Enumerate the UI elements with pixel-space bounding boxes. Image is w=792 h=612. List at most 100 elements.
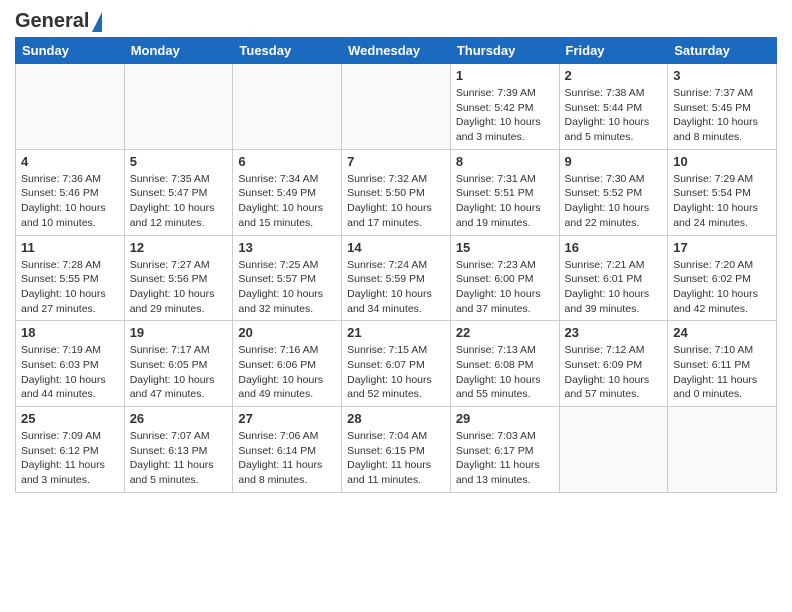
day-info: Sunrise: 7:10 AM Sunset: 6:11 PM Dayligh… xyxy=(673,343,771,402)
week-row-3: 18 Sunrise: 7:19 AM Sunset: 6:03 PM Dayli… xyxy=(16,321,777,407)
calendar-cell xyxy=(16,64,125,150)
day-number: 16 xyxy=(565,240,663,255)
day-number: 24 xyxy=(673,325,771,340)
weekday-header-wednesday: Wednesday xyxy=(342,38,451,64)
logo-general: General xyxy=(15,10,89,33)
calendar-cell: 3Sunrise: 7:37 AM Sunset: 5:45 PM Daylig… xyxy=(668,64,777,150)
page-header: General xyxy=(15,10,777,29)
weekday-header-thursday: Thursday xyxy=(450,38,559,64)
calendar-cell: 16 Sunrise: 7:21 AM Sunset: 6:01 PM Dayli… xyxy=(559,235,668,321)
weekday-header-saturday: Saturday xyxy=(668,38,777,64)
day-info: Sunrise: 7:25 AM Sunset: 5:57 PM Dayligh… xyxy=(238,258,336,317)
week-row-4: 25 Sunrise: 7:09 AM Sunset: 6:12 PM Dayli… xyxy=(16,407,777,493)
calendar-cell: 17Sunrise: 7:20 AM Sunset: 6:02 PM Dayli… xyxy=(668,235,777,321)
calendar-cell: 25 Sunrise: 7:09 AM Sunset: 6:12 PM Dayli… xyxy=(16,407,125,493)
week-row-0: 1 Sunrise: 7:39 AM Sunset: 5:42 PM Daylig… xyxy=(16,64,777,150)
calendar-table: SundayMondayTuesdayWednesdayThursdayFrid… xyxy=(15,37,777,493)
day-info: Sunrise: 7:37 AM Sunset: 5:45 PM Dayligh… xyxy=(673,86,771,145)
day-number: 13 xyxy=(238,240,336,255)
day-number: 28 xyxy=(347,411,445,426)
calendar-cell: 23 Sunrise: 7:12 AM Sunset: 6:09 PM Dayli… xyxy=(559,321,668,407)
week-row-1: 4Sunrise: 7:36 AM Sunset: 5:46 PM Daylig… xyxy=(16,149,777,235)
day-info: Sunrise: 7:17 AM Sunset: 6:05 PM Dayligh… xyxy=(130,343,228,402)
calendar-cell: 8Sunrise: 7:31 AM Sunset: 5:51 PM Daylig… xyxy=(450,149,559,235)
calendar-cell: 19 Sunrise: 7:17 AM Sunset: 6:05 PM Dayli… xyxy=(124,321,233,407)
day-number: 1 xyxy=(456,68,554,83)
day-info: Sunrise: 7:35 AM Sunset: 5:47 PM Dayligh… xyxy=(130,172,228,231)
calendar-cell: 14 Sunrise: 7:24 AM Sunset: 5:59 PM Dayli… xyxy=(342,235,451,321)
logo-text: General xyxy=(15,10,102,33)
day-number: 25 xyxy=(21,411,119,426)
calendar-cell: 4Sunrise: 7:36 AM Sunset: 5:46 PM Daylig… xyxy=(16,149,125,235)
day-info: Sunrise: 7:29 AM Sunset: 5:54 PM Dayligh… xyxy=(673,172,771,231)
day-info: Sunrise: 7:07 AM Sunset: 6:13 PM Dayligh… xyxy=(130,429,228,488)
day-number: 26 xyxy=(130,411,228,426)
weekday-header-row: SundayMondayTuesdayWednesdayThursdayFrid… xyxy=(16,38,777,64)
day-number: 6 xyxy=(238,154,336,169)
calendar-cell: 22 Sunrise: 7:13 AM Sunset: 6:08 PM Dayli… xyxy=(450,321,559,407)
calendar-cell: 21Sunrise: 7:15 AM Sunset: 6:07 PM Dayli… xyxy=(342,321,451,407)
day-info: Sunrise: 7:34 AM Sunset: 5:49 PM Dayligh… xyxy=(238,172,336,231)
calendar-cell xyxy=(559,407,668,493)
day-info: Sunrise: 7:20 AM Sunset: 6:02 PM Dayligh… xyxy=(673,258,771,317)
day-number: 9 xyxy=(565,154,663,169)
calendar-cell: 1 Sunrise: 7:39 AM Sunset: 5:42 PM Daylig… xyxy=(450,64,559,150)
day-number: 19 xyxy=(130,325,228,340)
week-row-2: 11Sunrise: 7:28 AM Sunset: 5:55 PM Dayli… xyxy=(16,235,777,321)
day-number: 23 xyxy=(565,325,663,340)
calendar-cell: 27Sunrise: 7:06 AM Sunset: 6:14 PM Dayli… xyxy=(233,407,342,493)
calendar-cell xyxy=(233,64,342,150)
day-number: 20 xyxy=(238,325,336,340)
day-info: Sunrise: 7:19 AM Sunset: 6:03 PM Dayligh… xyxy=(21,343,119,402)
day-info: Sunrise: 7:15 AM Sunset: 6:07 PM Dayligh… xyxy=(347,343,445,402)
day-info: Sunrise: 7:30 AM Sunset: 5:52 PM Dayligh… xyxy=(565,172,663,231)
day-number: 10 xyxy=(673,154,771,169)
weekday-header-monday: Monday xyxy=(124,38,233,64)
day-info: Sunrise: 7:16 AM Sunset: 6:06 PM Dayligh… xyxy=(238,343,336,402)
calendar-cell: 7 Sunrise: 7:32 AM Sunset: 5:50 PM Daylig… xyxy=(342,149,451,235)
weekday-header-friday: Friday xyxy=(559,38,668,64)
calendar-cell: 5 Sunrise: 7:35 AM Sunset: 5:47 PM Daylig… xyxy=(124,149,233,235)
calendar-cell: 29 Sunrise: 7:03 AM Sunset: 6:17 PM Dayli… xyxy=(450,407,559,493)
day-number: 7 xyxy=(347,154,445,169)
calendar-cell xyxy=(668,407,777,493)
day-info: Sunrise: 7:03 AM Sunset: 6:17 PM Dayligh… xyxy=(456,429,554,488)
day-info: Sunrise: 7:24 AM Sunset: 5:59 PM Dayligh… xyxy=(347,258,445,317)
day-info: Sunrise: 7:23 AM Sunset: 6:00 PM Dayligh… xyxy=(456,258,554,317)
logo-triangle-icon xyxy=(92,12,102,32)
calendar-cell: 6 Sunrise: 7:34 AM Sunset: 5:49 PM Daylig… xyxy=(233,149,342,235)
day-info: Sunrise: 7:09 AM Sunset: 6:12 PM Dayligh… xyxy=(21,429,119,488)
day-info: Sunrise: 7:28 AM Sunset: 5:55 PM Dayligh… xyxy=(21,258,119,317)
day-info: Sunrise: 7:12 AM Sunset: 6:09 PM Dayligh… xyxy=(565,343,663,402)
calendar-cell: 26 Sunrise: 7:07 AM Sunset: 6:13 PM Dayli… xyxy=(124,407,233,493)
calendar-cell: 10 Sunrise: 7:29 AM Sunset: 5:54 PM Dayli… xyxy=(668,149,777,235)
logo: General xyxy=(15,10,102,29)
day-number: 15 xyxy=(456,240,554,255)
calendar-cell: 11Sunrise: 7:28 AM Sunset: 5:55 PM Dayli… xyxy=(16,235,125,321)
day-number: 5 xyxy=(130,154,228,169)
day-number: 4 xyxy=(21,154,119,169)
calendar-cell: 18 Sunrise: 7:19 AM Sunset: 6:03 PM Dayli… xyxy=(16,321,125,407)
day-number: 27 xyxy=(238,411,336,426)
day-number: 2 xyxy=(565,68,663,83)
day-info: Sunrise: 7:21 AM Sunset: 6:01 PM Dayligh… xyxy=(565,258,663,317)
day-info: Sunrise: 7:32 AM Sunset: 5:50 PM Dayligh… xyxy=(347,172,445,231)
day-number: 18 xyxy=(21,325,119,340)
calendar-cell: 15 Sunrise: 7:23 AM Sunset: 6:00 PM Dayli… xyxy=(450,235,559,321)
day-number: 22 xyxy=(456,325,554,340)
day-info: Sunrise: 7:13 AM Sunset: 6:08 PM Dayligh… xyxy=(456,343,554,402)
day-info: Sunrise: 7:38 AM Sunset: 5:44 PM Dayligh… xyxy=(565,86,663,145)
calendar-cell xyxy=(342,64,451,150)
weekday-header-sunday: Sunday xyxy=(16,38,125,64)
day-number: 14 xyxy=(347,240,445,255)
day-info: Sunrise: 7:39 AM Sunset: 5:42 PM Dayligh… xyxy=(456,86,554,145)
day-number: 12 xyxy=(130,240,228,255)
calendar-cell: 24 Sunrise: 7:10 AM Sunset: 6:11 PM Dayli… xyxy=(668,321,777,407)
calendar-cell: 13 Sunrise: 7:25 AM Sunset: 5:57 PM Dayli… xyxy=(233,235,342,321)
calendar-cell: 28 Sunrise: 7:04 AM Sunset: 6:15 PM Dayli… xyxy=(342,407,451,493)
day-number: 29 xyxy=(456,411,554,426)
weekday-header-tuesday: Tuesday xyxy=(233,38,342,64)
calendar-cell: 20 Sunrise: 7:16 AM Sunset: 6:06 PM Dayli… xyxy=(233,321,342,407)
day-info: Sunrise: 7:04 AM Sunset: 6:15 PM Dayligh… xyxy=(347,429,445,488)
calendar-cell: 9 Sunrise: 7:30 AM Sunset: 5:52 PM Daylig… xyxy=(559,149,668,235)
